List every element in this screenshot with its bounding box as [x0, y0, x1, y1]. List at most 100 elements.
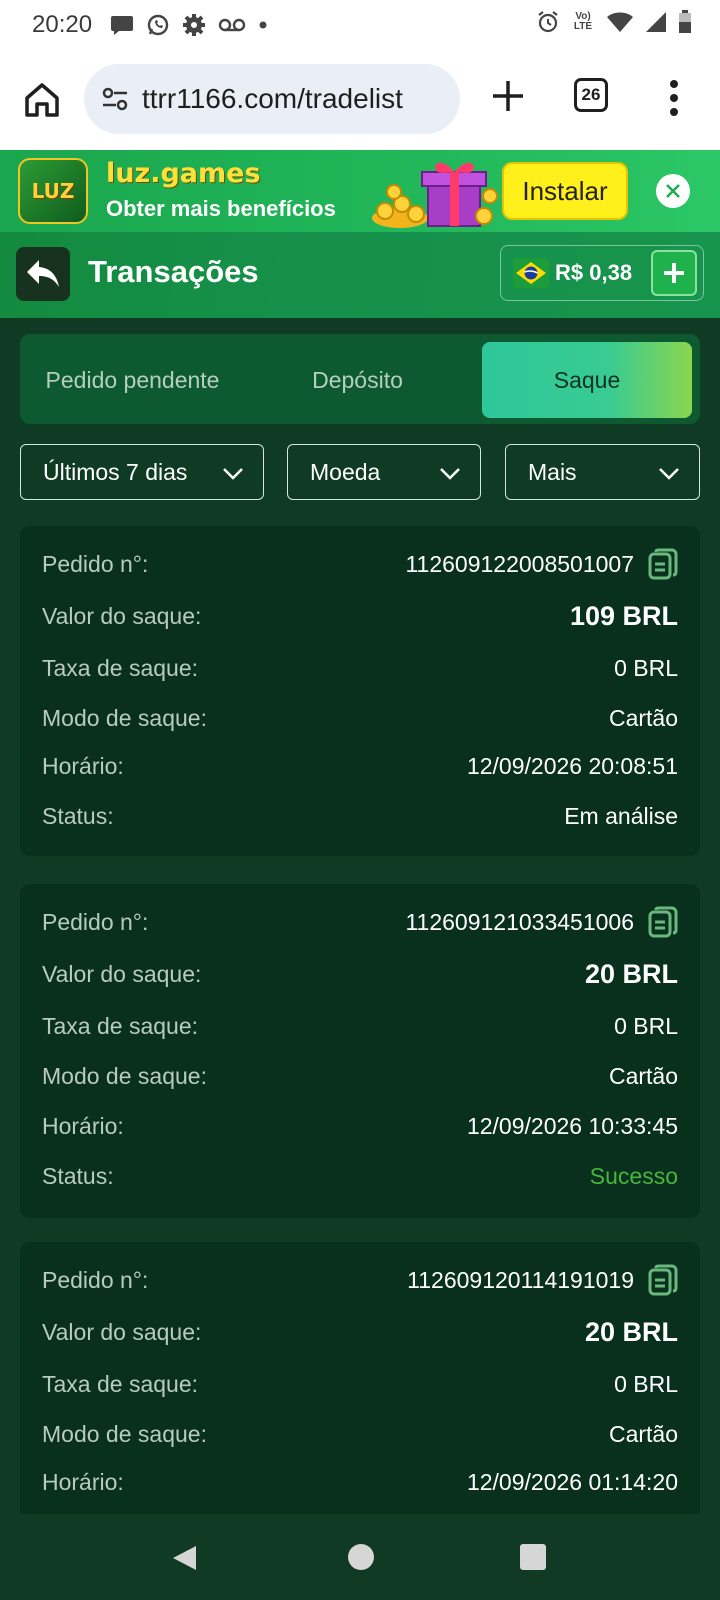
date-range-label: Últimos 7 dias	[43, 458, 188, 485]
fee-value: 0 BRL	[614, 1012, 678, 1039]
chat-bubble-icon	[110, 14, 134, 36]
order-number-label: Pedido n°:	[42, 1266, 149, 1293]
amount-label: Valor do saque:	[42, 960, 202, 987]
page-header: Transações R$ 0,38	[0, 232, 720, 318]
mode-label: Modo de saque:	[42, 1420, 207, 1447]
fee-value: 0 BRL	[614, 654, 678, 681]
tab-deposit[interactable]: Depósito	[245, 342, 470, 418]
dot-icon	[258, 20, 268, 30]
mode-row: Modo de saque: Cartão	[42, 696, 678, 740]
banner-brand: luz.games	[106, 158, 261, 189]
fee-row: Taxa de saque: 0 BRL	[42, 1362, 678, 1406]
mode-row: Modo de saque: Cartão	[42, 1054, 678, 1098]
home-icon[interactable]	[22, 80, 62, 120]
back-arrow-icon	[27, 260, 59, 287]
filter-bar: Últimos 7 dias Moeda Mais	[20, 444, 700, 502]
overflow-menu-icon[interactable]	[664, 76, 684, 120]
whatsapp-icon	[146, 13, 170, 37]
mode-value: Cartão	[608, 1062, 678, 1089]
more-label: Mais	[528, 458, 577, 485]
gift-box-icon	[370, 156, 500, 232]
amount-value: 20 BRL	[584, 958, 678, 989]
copy-icon[interactable]	[648, 548, 678, 580]
transaction-card: Pedido n°: 112609122008501007 Valor do s…	[20, 526, 700, 856]
order-number-value: 112609120114191019	[407, 1266, 634, 1293]
order-number-value: 112609122008501007	[405, 550, 634, 577]
fee-row: Taxa de saque: 0 BRL	[42, 1004, 678, 1048]
wifi-icon	[606, 11, 634, 33]
tab-switcher-button[interactable]: 26	[574, 78, 608, 112]
currency-filter[interactable]: Moeda	[287, 444, 481, 500]
time-row: Horário: 12/09/2026 20:08:51	[42, 744, 678, 788]
date-range-filter[interactable]: Últimos 7 dias	[20, 444, 264, 500]
close-banner-icon[interactable]	[656, 174, 690, 208]
time-value: 12/09/2026 01:14:20	[466, 1468, 678, 1495]
fee-value: 0 BRL	[614, 1370, 678, 1397]
fee-label: Taxa de saque:	[42, 1370, 199, 1397]
app-logo-text: LUZ	[31, 179, 75, 203]
order-number-value: 112609121033451006	[405, 908, 634, 935]
order-number-label: Pedido n°:	[42, 908, 149, 935]
system-nav-bar	[0, 1514, 720, 1600]
time-label: Horário:	[42, 1112, 124, 1139]
currency-label: Moeda	[310, 458, 381, 485]
site-settings-icon[interactable]	[100, 84, 130, 114]
volte-icon: Vo) LTE	[570, 12, 596, 32]
balance-amount: R$ 0,38	[555, 260, 633, 285]
status-value: Em análise	[564, 802, 678, 829]
new-tab-icon[interactable]	[488, 76, 528, 116]
amount-value: 109 BRL	[569, 600, 678, 631]
chevron-down-icon	[438, 461, 462, 485]
status-label: Status:	[42, 802, 114, 829]
brazil-flag-icon	[513, 256, 549, 290]
chevron-down-icon	[657, 461, 681, 485]
voicemail-icon	[218, 17, 246, 33]
tab-pending-order[interactable]: Pedido pendente	[20, 342, 245, 418]
notification-icons	[110, 13, 268, 37]
time-label: Horário:	[42, 752, 124, 779]
app-logo: LUZ	[18, 158, 88, 224]
copy-icon[interactable]	[648, 1264, 678, 1296]
settings-gear-icon	[182, 13, 206, 37]
banner-subtitle: Obter mais benefícios	[106, 196, 336, 221]
order-number-label: Pedido n°:	[42, 550, 149, 577]
more-filter[interactable]: Mais	[505, 444, 700, 500]
nav-home-icon[interactable]	[348, 1544, 374, 1570]
mode-label: Modo de saque:	[42, 1062, 207, 1089]
amount-row: Valor do saque: 20 BRL	[42, 952, 678, 996]
order-number-row: Pedido n°: 112609120114191019	[42, 1258, 678, 1302]
transaction-card: Pedido n°: 112609120114191019 Valor do s…	[20, 1242, 700, 1514]
time-value: 12/09/2026 20:08:51	[466, 752, 678, 779]
amount-label: Valor do saque:	[42, 1318, 202, 1345]
browser-toolbar: ttrr1166.com/tradelist 26	[0, 50, 720, 151]
amount-row: Valor do saque: 20 BRL	[42, 1310, 678, 1354]
deposit-add-button[interactable]	[651, 250, 697, 296]
time-label: Horário:	[42, 1468, 124, 1495]
plus-icon	[664, 263, 684, 283]
status-label: Status:	[42, 1162, 114, 1189]
chevron-down-icon	[221, 461, 245, 485]
status-time: 20:20	[32, 11, 93, 38]
mode-value: Cartão	[608, 1420, 678, 1447]
install-button[interactable]: Instalar	[502, 162, 628, 220]
time-row: Horário: 12/09/2026 10:33:45	[42, 1104, 678, 1148]
url-bar[interactable]: ttrr1166.com/tradelist	[84, 64, 460, 134]
status-value: Sucesso	[589, 1162, 678, 1189]
tab-withdrawal[interactable]: Saque	[482, 342, 692, 418]
back-button[interactable]	[16, 247, 70, 301]
nav-back-icon[interactable]	[170, 1544, 198, 1577]
time-row: Horário: 12/09/2026 01:14:20	[42, 1460, 678, 1504]
mode-label: Modo de saque:	[42, 704, 207, 731]
amount-value: 20 BRL	[584, 1316, 678, 1347]
url-text[interactable]: ttrr1166.com/tradelist	[142, 83, 403, 115]
status-row: Status: Sucesso	[42, 1154, 678, 1198]
mode-value: Cartão	[608, 704, 678, 731]
mode-row: Modo de saque: Cartão	[42, 1412, 678, 1456]
copy-icon[interactable]	[648, 906, 678, 938]
signal-icon	[644, 11, 668, 33]
install-banner: LUZ luz.games Obter mais benefícios Inst…	[0, 150, 720, 232]
alarm-icon	[536, 10, 560, 34]
time-value: 12/09/2026 10:33:45	[466, 1112, 678, 1139]
amount-label: Valor do saque:	[42, 602, 202, 629]
nav-recents-icon[interactable]	[520, 1544, 546, 1570]
